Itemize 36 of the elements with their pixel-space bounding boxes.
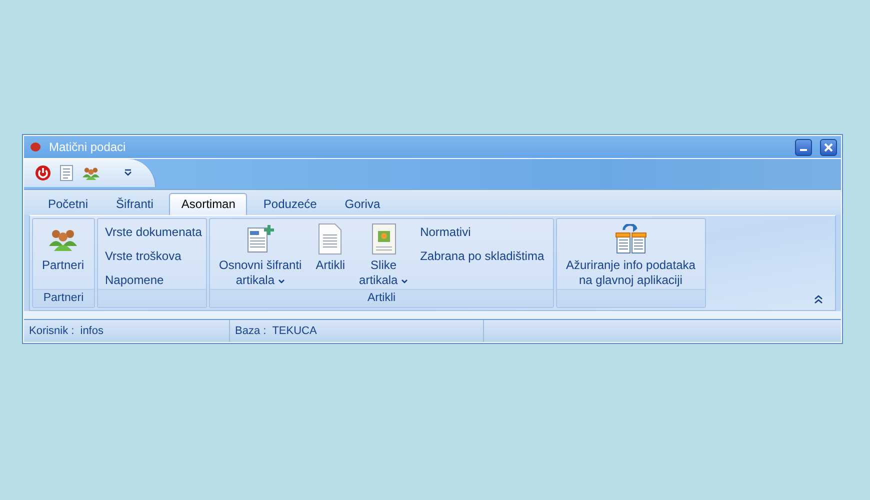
document-icon: [317, 223, 344, 255]
group-label: Partneri: [43, 292, 84, 304]
document-icon[interactable]: [60, 165, 73, 181]
ribbon-button[interactable]: Normativi: [416, 222, 548, 242]
ribbon-button[interactable]: Vrste dokumenata: [101, 222, 206, 242]
ribbon-tab[interactable]: Goriva: [332, 193, 392, 215]
people-icon: [48, 227, 78, 251]
minimize-icon: [800, 149, 807, 151]
minimize-button[interactable]: [795, 138, 812, 156]
ribbon-button[interactable]: Osnovni šifranti artikala: [213, 220, 308, 288]
power-icon[interactable]: [35, 165, 51, 181]
image-document-icon: [370, 223, 397, 255]
app-icon: [30, 142, 41, 152]
ribbon-tab[interactable]: Početni: [36, 193, 100, 215]
group-label: Artikli: [367, 292, 396, 304]
ribbon-button[interactable]: Slike artikala: [353, 220, 414, 288]
ribbon-button[interactable]: Zabrana po skladištima: [416, 246, 548, 266]
collapse-icon[interactable]: [814, 295, 823, 304]
ribbon-button[interactable]: Artikli: [310, 220, 352, 288]
people-icon[interactable]: [82, 166, 100, 180]
ribbon-tab[interactable]: Šifranti: [104, 193, 166, 215]
document-plus-icon: [245, 224, 276, 254]
ribbon-tab[interactable]: Asortiman: [169, 193, 248, 215]
documents-sync-icon: [614, 224, 647, 254]
ribbon-button[interactable]: Partneri: [36, 220, 90, 288]
close-icon: [824, 142, 833, 152]
ribbon-button[interactable]: Vrste troškova: [101, 246, 206, 266]
status-label: Korisnik :: [29, 325, 74, 337]
ribbon-button[interactable]: Napomene: [101, 270, 206, 290]
customize-dropdown-icon[interactable]: [123, 168, 133, 178]
window-title: Matični podaci: [49, 140, 127, 154]
status-label: Baza :: [235, 325, 266, 337]
ribbon-tab[interactable]: Poduzeće: [251, 193, 329, 215]
status-value: infos: [80, 325, 104, 337]
close-button[interactable]: [820, 138, 837, 156]
status-value: TEKUCA: [272, 325, 317, 337]
